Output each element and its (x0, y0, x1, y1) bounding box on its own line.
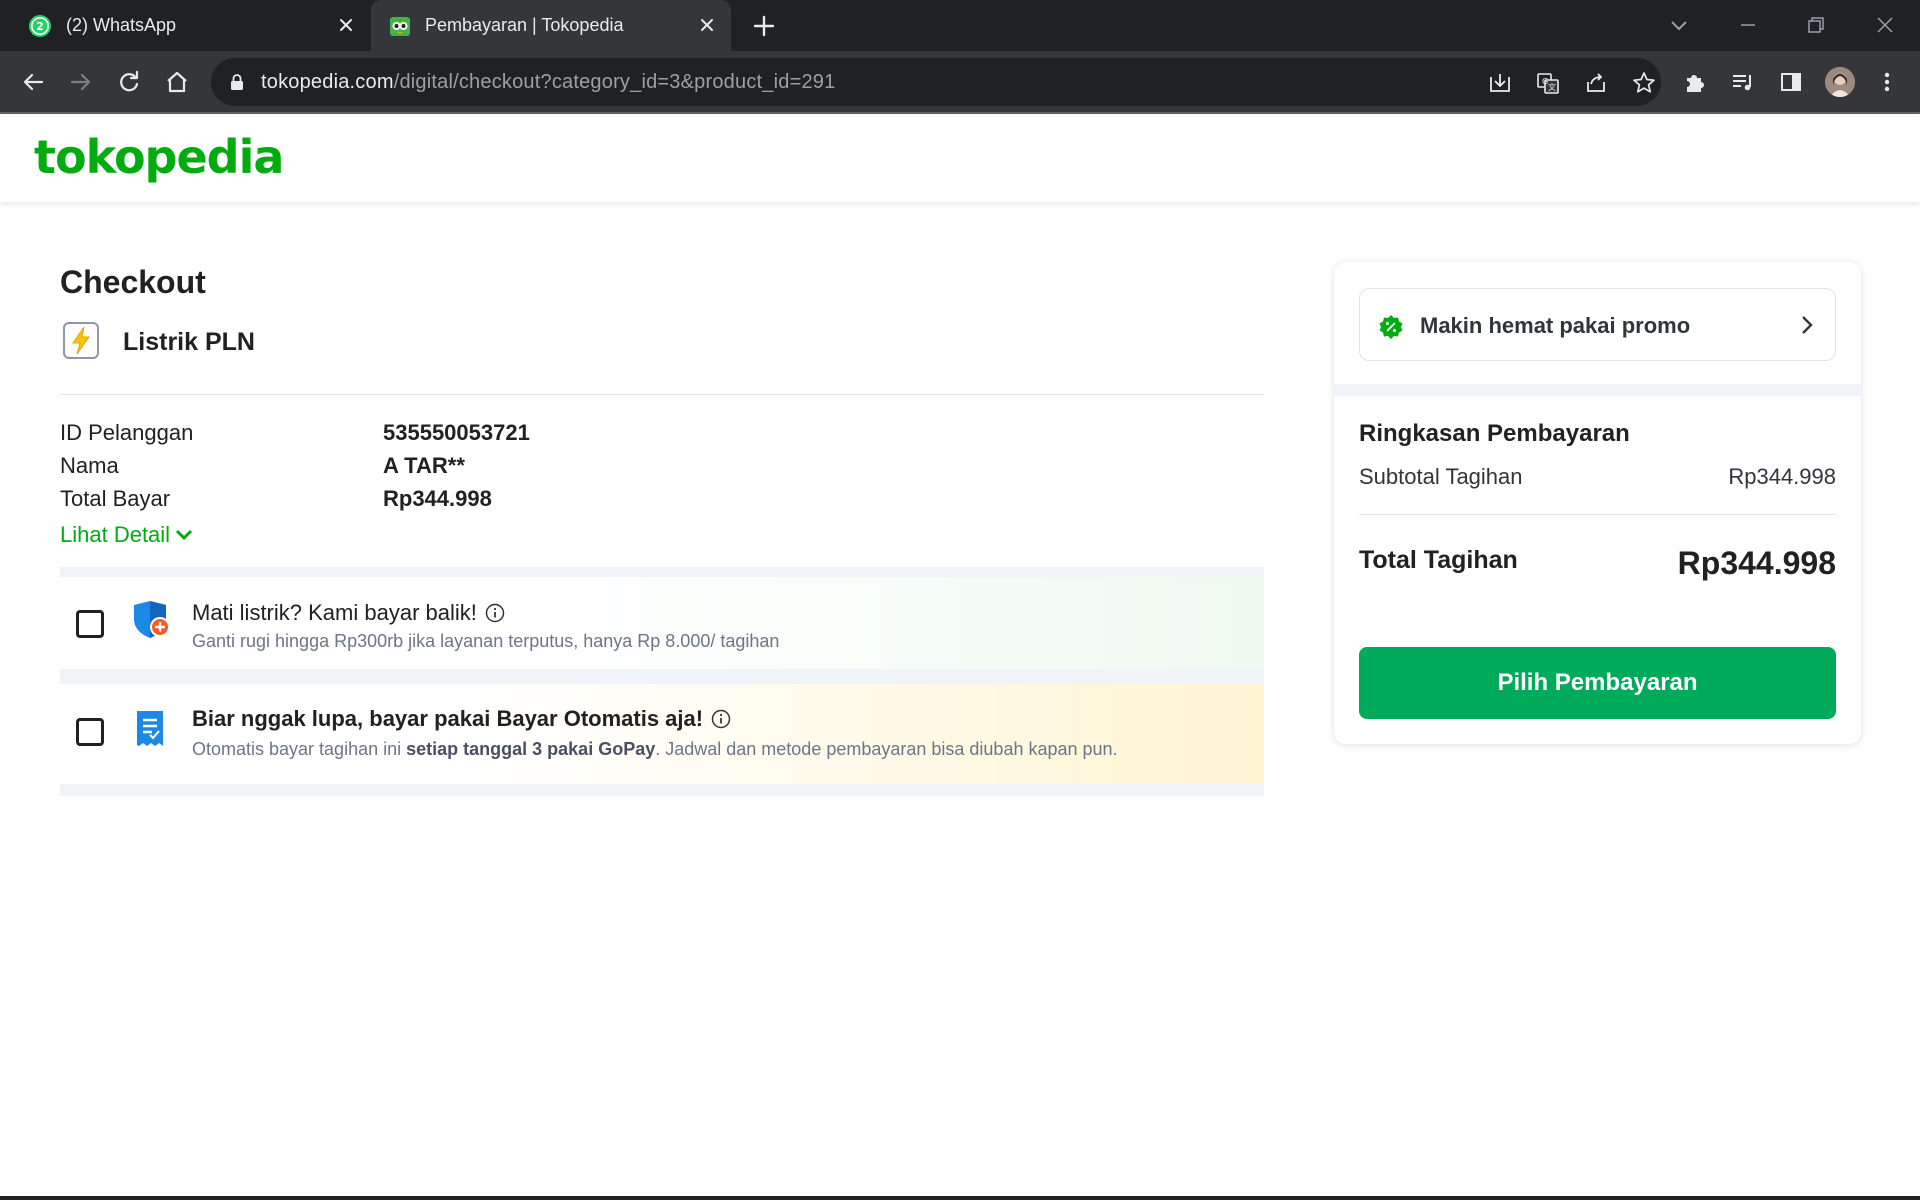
autopay-option: Biar nggak lupa, bayar pakai Bayar Otoma… (60, 684, 1264, 784)
extensions-puzzle-icon[interactable] (1681, 68, 1709, 96)
summary-title: Ringkasan Pembayaran (1359, 420, 1630, 447)
payment-summary-card: Makin hemat pakai promo Ringkasan Pembay… (1334, 262, 1861, 744)
info-value: Rp344.998 (383, 486, 492, 511)
protection-title: Mati listrik? Kami bayar balik! (192, 600, 505, 626)
tab-search-chevron-icon[interactable] (1664, 10, 1694, 40)
window-bottom-edge (0, 1196, 1920, 1200)
forward-arrow-icon[interactable] (66, 67, 96, 97)
svg-text:2: 2 (36, 20, 44, 33)
promo-button[interactable]: Makin hemat pakai promo (1359, 288, 1836, 361)
address-bar[interactable]: tokopedia.com/digital/checkout?category_… (211, 58, 1661, 106)
promo-badge-icon (1379, 315, 1403, 339)
receipt-autopay-icon (137, 711, 163, 746)
page-title: Checkout (60, 264, 206, 300)
more-vertical-icon[interactable] (1873, 68, 1901, 96)
tab-whatsapp[interactable]: 2 (2) WhatsApp (0, 0, 370, 51)
total-label: Total Tagihan (1359, 546, 1518, 574)
tokopedia-logo[interactable]: tokopedia (34, 130, 284, 184)
media-playlist-icon[interactable] (1729, 68, 1757, 96)
minimize-icon[interactable] (1733, 10, 1763, 40)
choose-payment-button[interactable]: Pilih Pembayaran (1359, 647, 1836, 719)
info-label: Total Bayar (60, 486, 171, 511)
chevron-right-icon (1802, 316, 1813, 334)
info-icon[interactable] (485, 603, 505, 623)
subtotal-value: Rp344.998 (1728, 464, 1836, 489)
section-separator (60, 669, 1264, 684)
close-icon[interactable] (336, 15, 356, 35)
subtotal-label: Subtotal Tagihan (1359, 464, 1523, 489)
browser-tabstrip: 2 (2) WhatsApp Pembayaran | Tokopedia (0, 0, 1920, 51)
tokopedia-favicon-icon (390, 17, 410, 36)
tab-title: (2) WhatsApp (66, 15, 177, 35)
protection-title-text: Mati listrik? Kami bayar balik! (192, 600, 477, 625)
svg-text:文: 文 (1548, 82, 1556, 92)
back-arrow-icon[interactable] (18, 67, 48, 97)
url-text[interactable]: tokopedia.com/digital/checkout?category_… (261, 71, 835, 94)
see-detail-label: Lihat Detail (60, 522, 171, 547)
share-icon[interactable] (1583, 70, 1609, 96)
close-window-icon[interactable] (1870, 10, 1900, 40)
restore-icon[interactable] (1801, 10, 1831, 40)
browser-toolbar: tokopedia.com/digital/checkout?category_… (0, 51, 1920, 114)
protection-subtitle: Ganti rugi hingga Rp300rb jika layanan t… (192, 631, 780, 651)
total-value: Rp344.998 (1677, 545, 1836, 581)
section-separator (60, 784, 1264, 796)
close-icon[interactable] (697, 15, 717, 35)
protection-option: Mati listrik? Kami bayar balik! Ganti ru… (60, 577, 1264, 669)
shield-protection-icon (134, 601, 170, 638)
avatar-image-icon (1825, 67, 1855, 97)
autopay-subtitle: Otomatis bayar tagihan ini setiap tangga… (192, 739, 1118, 759)
info-value: 535550053721 (383, 420, 530, 445)
section-separator (1334, 384, 1861, 396)
section-separator (60, 567, 1264, 577)
site-header: tokopedia (0, 116, 1920, 202)
see-detail-link[interactable]: Lihat Detail (60, 522, 194, 548)
autopay-title: Biar nggak lupa, bayar pakai Bayar Otoma… (192, 706, 731, 732)
info-label: Nama (60, 453, 119, 478)
autopay-title-text: Biar nggak lupa, bayar pakai Bayar Otoma… (192, 706, 704, 731)
info-label: ID Pelanggan (60, 420, 194, 445)
tab-title: Pembayaran | Tokopedia (425, 15, 624, 35)
info-icon[interactable] (711, 709, 731, 729)
reload-icon[interactable] (114, 67, 144, 97)
lock-icon[interactable] (228, 73, 246, 91)
autopay-checkbox[interactable] (76, 718, 104, 746)
translate-icon[interactable]: G 文 (1535, 70, 1561, 96)
protection-checkbox[interactable] (76, 610, 104, 638)
product-name: Listrik PLN (123, 328, 255, 356)
promo-label: Makin hemat pakai promo (1420, 313, 1691, 338)
tab-tokopedia[interactable]: Pembayaran | Tokopedia (371, 0, 731, 51)
bookmark-star-icon[interactable] (1631, 70, 1657, 96)
whatsapp-icon: 2 (29, 15, 51, 37)
new-tab-plus-icon[interactable] (751, 13, 777, 39)
info-value: A TAR** (383, 453, 465, 478)
home-icon[interactable] (162, 67, 192, 97)
install-app-icon[interactable] (1487, 70, 1513, 96)
electricity-bolt-icon (63, 322, 99, 359)
divider (60, 394, 1264, 395)
side-panel-icon[interactable] (1777, 68, 1805, 96)
profile-avatar[interactable] (1825, 67, 1855, 97)
divider (1359, 514, 1836, 515)
chevron-down-icon (176, 529, 193, 541)
